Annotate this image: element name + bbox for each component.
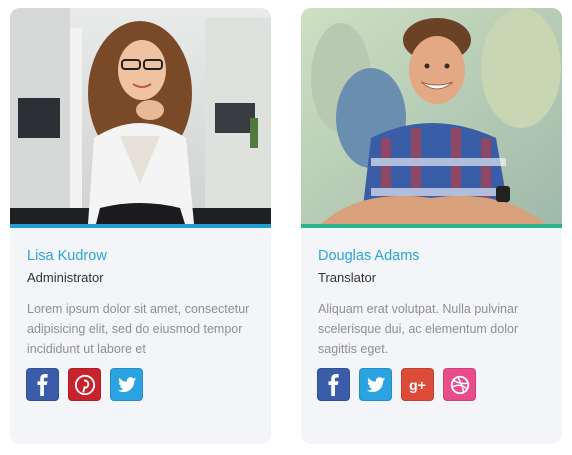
facebook-icon[interactable] [26,368,59,401]
profile-photo-douglas-adams [301,8,562,224]
card-accent-bar [301,224,562,228]
member-bio: Lorem ipsum dolor sit amet, consectetur … [27,302,250,356]
team-card-lisa-kudrow: Lisa Kudrow Administrator Lorem ipsum do… [10,8,271,444]
twitter-icon[interactable] [110,368,143,401]
member-role: Administrator [27,270,104,285]
member-bio: Aliquam erat volutpat. Nulla pulvinar sc… [318,302,519,356]
man-portrait-image [301,8,562,224]
team-card-douglas-adams: Douglas Adams Translator Aliquam erat vo… [301,8,562,444]
twitter-icon[interactable] [359,368,392,401]
google-plus-icon[interactable]: g+ [401,368,434,401]
dribbble-icon[interactable] [443,368,476,401]
member-name[interactable]: Douglas Adams [318,248,420,264]
social-links: g+ [317,368,476,401]
social-links [26,368,143,401]
woman-portrait-image [10,8,271,224]
profile-photo-lisa-kudrow [10,8,271,224]
google-plus-glyph: g+ [409,376,426,393]
facebook-icon[interactable] [317,368,350,401]
card-accent-bar [10,224,271,228]
member-role: Translator [318,270,377,285]
member-name[interactable]: Lisa Kudrow [27,248,107,264]
pinterest-icon[interactable] [68,368,101,401]
